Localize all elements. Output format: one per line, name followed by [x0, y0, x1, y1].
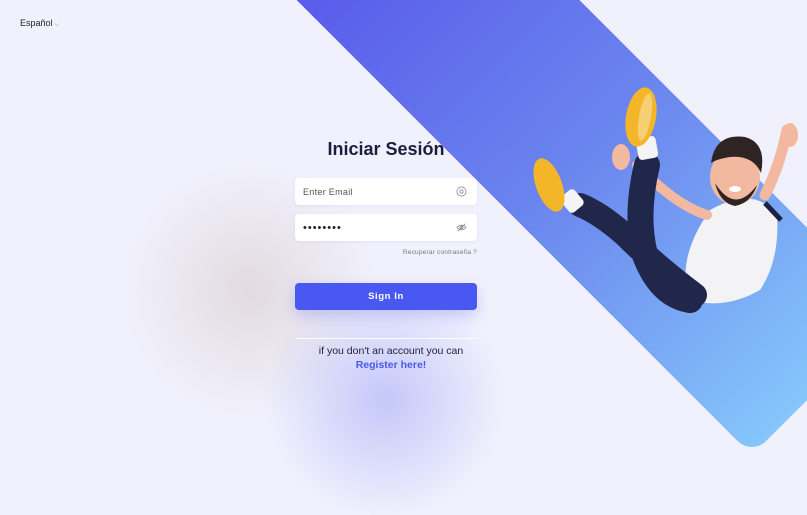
divider [295, 338, 477, 339]
language-label: Español [20, 18, 53, 28]
register-link[interactable]: Register here! [295, 359, 487, 371]
falling-man-illustration [533, 87, 798, 313]
eye-slash-icon[interactable] [456, 222, 467, 233]
password-input[interactable] [303, 214, 453, 241]
login-title: Iniciar Sesión [327, 139, 445, 159]
language-selector[interactable]: Español ⌵ [20, 18, 60, 29]
no-account-text: if you don't an account you can [318, 345, 464, 357]
chevron-down-icon: ⌵ [54, 21, 60, 28]
sign-in-button[interactable]: Sign In [295, 283, 477, 310]
at-circle-icon [456, 186, 467, 197]
background-blur-blue [255, 285, 515, 515]
email-field-wrapper [295, 178, 477, 205]
forgot-password-link[interactable]: Recuperar contraseña ? [295, 249, 477, 256]
password-field-wrapper [295, 214, 477, 241]
email-input[interactable] [303, 178, 453, 205]
